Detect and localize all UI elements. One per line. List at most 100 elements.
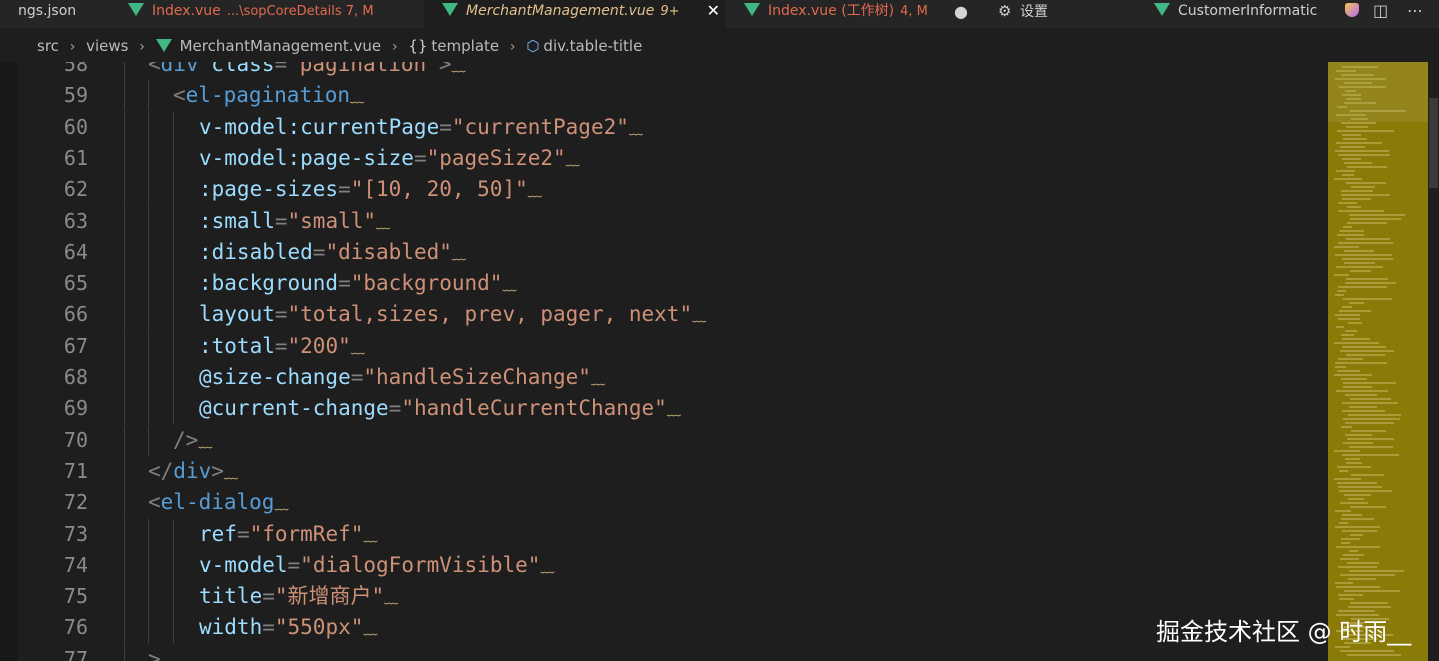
minimap-line — [1336, 142, 1382, 144]
indent-guide — [124, 236, 125, 268]
vue-icon — [128, 3, 144, 16]
code-line[interactable]: 76 width="550px"﹏ — [0, 612, 1328, 644]
chevron-right-icon: › — [391, 39, 398, 55]
code-line[interactable]: 66 layout="total,sizes, prev, pager, next… — [0, 299, 1328, 331]
tab-settings[interactable]: ⚙ 设置 — [980, 0, 1140, 28]
minimap-line — [1338, 486, 1382, 488]
tab-settings-json[interactable]: ngs.json — [0, 0, 112, 28]
minimap-line — [1338, 594, 1363, 596]
more-actions-icon[interactable]: ⋯ — [1407, 0, 1423, 22]
code-line[interactable]: 58 <div class="pagination">﹏ — [0, 62, 1328, 80]
minimap-line — [1348, 414, 1401, 416]
line-number: 58 — [63, 62, 88, 76]
chevron-right-icon: › — [139, 39, 145, 55]
breadcrumb-src[interactable]: src — [37, 28, 59, 64]
code-text: @size-change="handleSizeChange"﹏ — [199, 365, 605, 389]
minimap-line — [1336, 114, 1366, 116]
lint-squiggle: ﹏ — [350, 340, 365, 357]
minimap-line — [1342, 514, 1362, 516]
minimap-line — [1336, 170, 1355, 172]
minimap-line — [1342, 94, 1361, 96]
chevron-right-icon: › — [69, 39, 76, 55]
code-line[interactable]: 59 <el-pagination﹏ — [0, 80, 1328, 112]
minimap-line — [1350, 602, 1388, 604]
minimap[interactable] — [1328, 62, 1428, 661]
code-line[interactable]: 67:total="200"﹏ — [0, 330, 1328, 362]
indent-guide — [124, 80, 125, 112]
code-line[interactable]: 64:disabled="disabled"﹏ — [0, 236, 1328, 268]
code-line[interactable]: 75 title="新增商户"﹏ — [0, 581, 1328, 613]
minimap-line — [1343, 298, 1392, 300]
code-line[interactable]: 77 >﹏ — [0, 643, 1328, 661]
indent-guide — [173, 142, 174, 174]
line-number: 68 — [63, 365, 88, 389]
line-number: 63 — [63, 208, 88, 233]
modified-dot-icon[interactable]: ● — [954, 1, 968, 23]
minimap-line — [1338, 210, 1384, 212]
minimap-line — [1340, 558, 1359, 560]
code-line[interactable]: 65:background="background"﹏ — [0, 268, 1328, 300]
minimap-line — [1338, 566, 1377, 568]
indent-guide — [148, 80, 149, 112]
indent-guide — [148, 111, 149, 143]
lint-squiggle: ﹏ — [565, 152, 580, 169]
indent-guide — [148, 205, 149, 237]
code-line[interactable]: 71 </div>﹏ — [0, 455, 1328, 487]
tab-index-vue-sopcoredetails[interactable]: Index.vue ...\sopCoreDetails 7, M — [112, 0, 422, 28]
minimap-line — [1349, 570, 1404, 572]
tab-customerinformation[interactable]: CustomerInformatic — [1140, 0, 1350, 28]
tab-index-vue-worktree[interactable]: Index.vue (工作树) 4, M ● — [728, 0, 978, 28]
watermark: 掘金技术社区 @ 时雨__ — [1156, 618, 1412, 646]
tab-merchantmanagement-vue[interactable]: MerchantManagement.vue 9+ ✕ — [424, 0, 726, 28]
code-line[interactable]: 69 @current-change="handleCurrentChange"﹏ — [0, 393, 1328, 425]
code-line[interactable]: 68 @size-change="handleSizeChange"﹏ — [0, 362, 1328, 393]
code-line[interactable]: 74 v-model="dialogFormVisible"﹏ — [0, 549, 1328, 581]
code-line[interactable]: 62:page-sizes="[10, 20, 50]"﹏ — [0, 174, 1328, 206]
minimap-line — [1336, 390, 1388, 392]
indent-guide — [148, 142, 149, 174]
indent-guide — [173, 174, 174, 206]
code-line[interactable]: 60 v-model:currentPage="currentPage2"﹏ — [0, 111, 1328, 143]
minimap-line — [1335, 254, 1392, 256]
copilot-icon[interactable] — [1345, 3, 1359, 17]
breadcrumb-template[interactable]: template — [431, 28, 499, 64]
breadcrumb-node[interactable]: div.table-title — [543, 28, 642, 64]
minimap-line — [1343, 382, 1396, 384]
code-line[interactable]: 61 v-model:page-size="pageSize2"﹏ — [0, 142, 1328, 174]
tab-label: Index.vue — [152, 3, 221, 19]
vue-icon — [442, 3, 458, 16]
indent-guide — [124, 643, 125, 661]
indent-guide — [148, 581, 149, 613]
indent-guide — [173, 612, 174, 644]
minimap-line — [1346, 126, 1368, 128]
minimap-line — [1342, 306, 1352, 308]
code-line[interactable]: 70 />﹏ — [0, 424, 1328, 456]
minimap-line — [1351, 474, 1384, 476]
minimap-line — [1338, 286, 1387, 288]
scrollbar-thumb[interactable] — [1429, 98, 1438, 188]
code-line[interactable]: 73 ref="formRef"﹏ — [0, 518, 1328, 550]
breadcrumb-views[interactable]: views — [86, 28, 128, 64]
tab-label: CustomerInformatic — [1178, 3, 1318, 19]
minimap-line — [1346, 278, 1388, 280]
code-editor[interactable]: 58 <div class="pagination">﹏ 59 <el-paginat… — [0, 62, 1328, 661]
minimap-line — [1338, 202, 1357, 204]
minimap-line — [1343, 138, 1367, 140]
tab-label: Index.vue (工作树) — [768, 3, 895, 19]
minimap-line — [1342, 258, 1393, 260]
split-editor-icon[interactable]: ◫ — [1373, 0, 1388, 22]
breadcrumb-file[interactable]: MerchantManagement.vue — [180, 28, 382, 64]
indent-guide — [124, 549, 125, 581]
code-line[interactable]: 63:small="small"﹏ — [0, 205, 1328, 237]
indent-guide — [124, 62, 125, 80]
indent-guide — [124, 424, 125, 456]
minimap-line — [1345, 422, 1394, 424]
minimap-line — [1335, 294, 1344, 296]
minimap-line — [1336, 266, 1383, 268]
code-line[interactable]: 72 <el-dialog﹏ — [0, 487, 1328, 519]
minimap-line — [1350, 534, 1363, 536]
tab-label: MerchantManagement.vue — [466, 3, 655, 19]
tab-label: ngs.json — [18, 3, 77, 19]
minimap-line — [1344, 262, 1375, 264]
close-icon[interactable]: ✕ — [707, 0, 720, 22]
